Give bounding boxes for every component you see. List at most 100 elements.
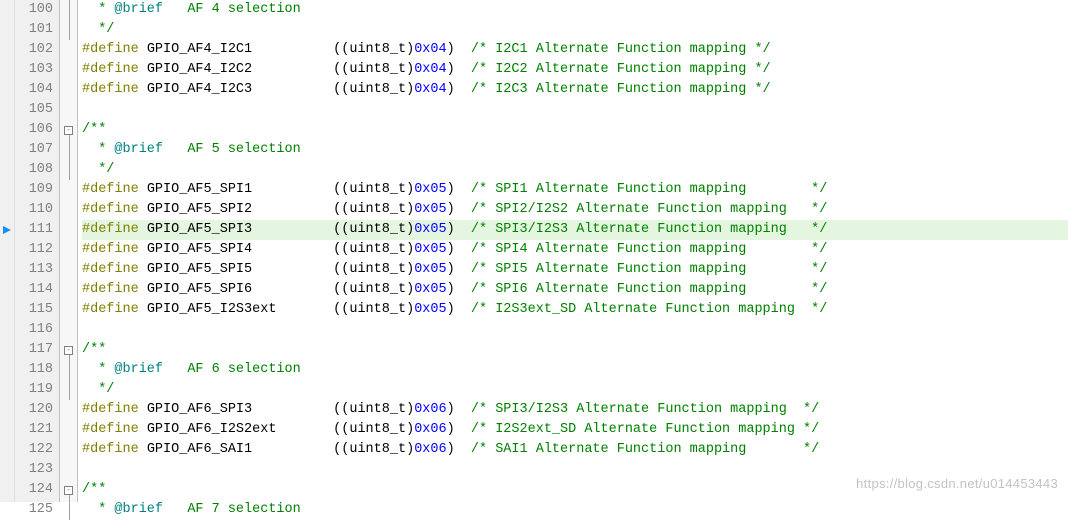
code-line[interactable]: #define GPIO_AF5_SPI6 ((uint8_t)0x05) /*… bbox=[82, 280, 1068, 300]
marker-cell[interactable] bbox=[0, 440, 14, 460]
marker-cell[interactable] bbox=[0, 420, 14, 440]
code-line[interactable]: #define GPIO_AF5_SPI2 ((uint8_t)0x05) /*… bbox=[82, 200, 1068, 220]
marker-cell[interactable] bbox=[0, 240, 14, 260]
marker-cell[interactable] bbox=[0, 400, 14, 420]
fold-cell[interactable] bbox=[60, 500, 77, 520]
marker-cell[interactable] bbox=[0, 340, 14, 360]
line-number[interactable]: 125 bbox=[15, 500, 59, 520]
line-number[interactable]: 109 bbox=[15, 180, 59, 200]
fold-cell[interactable] bbox=[60, 200, 77, 220]
code-line[interactable]: */ bbox=[82, 380, 1068, 400]
code-line[interactable]: #define GPIO_AF5_I2S3ext ((uint8_t)0x05)… bbox=[82, 300, 1068, 320]
line-number[interactable]: 112 bbox=[15, 240, 59, 260]
code-line[interactable]: #define GPIO_AF6_I2S2ext ((uint8_t)0x06)… bbox=[82, 420, 1068, 440]
marker-cell[interactable] bbox=[0, 180, 14, 200]
code-line[interactable]: #define GPIO_AF5_SPI1 ((uint8_t)0x05) /*… bbox=[82, 180, 1068, 200]
fold-cell[interactable]: - bbox=[60, 340, 77, 360]
code-line[interactable]: * @brief AF 6 selection bbox=[82, 360, 1068, 380]
line-number[interactable]: 108 bbox=[15, 160, 59, 180]
line-number[interactable]: 116 bbox=[15, 320, 59, 340]
marker-cell[interactable] bbox=[0, 480, 14, 500]
line-number[interactable]: 122 bbox=[15, 440, 59, 460]
line-number[interactable]: 113 bbox=[15, 260, 59, 280]
marker-cell[interactable] bbox=[0, 500, 14, 520]
code-line[interactable]: #define GPIO_AF4_I2C3 ((uint8_t)0x04) /*… bbox=[82, 80, 1068, 100]
fold-cell[interactable] bbox=[60, 360, 77, 380]
fold-cell[interactable] bbox=[60, 380, 77, 400]
fold-cell[interactable]: - bbox=[60, 120, 77, 140]
code-line[interactable]: * @brief AF 7 selection bbox=[82, 500, 1068, 520]
line-number[interactable]: 111 bbox=[15, 220, 59, 240]
code-line[interactable]: /** bbox=[82, 120, 1068, 140]
marker-cell[interactable] bbox=[0, 140, 14, 160]
line-number[interactable]: 105 bbox=[15, 100, 59, 120]
fold-cell[interactable] bbox=[60, 100, 77, 120]
fold-cell[interactable] bbox=[60, 460, 77, 480]
line-number[interactable]: 100 bbox=[15, 0, 59, 20]
marker-cell[interactable] bbox=[0, 160, 14, 180]
line-number[interactable]: 101 bbox=[15, 20, 59, 40]
fold-cell[interactable] bbox=[60, 140, 77, 160]
code-line[interactable]: /** bbox=[82, 340, 1068, 360]
marker-cell[interactable] bbox=[0, 220, 14, 240]
marker-cell[interactable] bbox=[0, 200, 14, 220]
fold-cell[interactable] bbox=[60, 160, 77, 180]
marker-cell[interactable] bbox=[0, 460, 14, 480]
marker-cell[interactable] bbox=[0, 20, 14, 40]
code-line[interactable] bbox=[82, 100, 1068, 120]
line-number[interactable]: 106 bbox=[15, 120, 59, 140]
marker-cell[interactable] bbox=[0, 120, 14, 140]
marker-margin[interactable] bbox=[0, 0, 15, 502]
code-area[interactable]: * @brief AF 4 selection */#define GPIO_A… bbox=[78, 0, 1068, 502]
code-line[interactable]: * @brief AF 4 selection bbox=[82, 0, 1068, 20]
marker-cell[interactable] bbox=[0, 380, 14, 400]
code-line[interactable]: * @brief AF 5 selection bbox=[82, 140, 1068, 160]
code-line[interactable]: #define GPIO_AF5_SPI3 ((uint8_t)0x05) /*… bbox=[82, 220, 1068, 240]
line-number[interactable]: 104 bbox=[15, 80, 59, 100]
line-number-gutter[interactable]: 1001011021031041051061071081091101111121… bbox=[15, 0, 60, 502]
marker-cell[interactable] bbox=[0, 260, 14, 280]
code-line[interactable]: */ bbox=[82, 160, 1068, 180]
line-number[interactable]: 102 bbox=[15, 40, 59, 60]
line-number[interactable]: 110 bbox=[15, 200, 59, 220]
code-line[interactable] bbox=[82, 320, 1068, 340]
fold-cell[interactable] bbox=[60, 260, 77, 280]
marker-cell[interactable] bbox=[0, 360, 14, 380]
fold-cell[interactable] bbox=[60, 20, 77, 40]
fold-cell[interactable] bbox=[60, 180, 77, 200]
code-editor[interactable]: 1001011021031041051061071081091101111121… bbox=[0, 0, 1068, 502]
fold-margin[interactable]: --- bbox=[60, 0, 78, 502]
line-number[interactable]: 115 bbox=[15, 300, 59, 320]
marker-cell[interactable] bbox=[0, 60, 14, 80]
line-number[interactable]: 114 bbox=[15, 280, 59, 300]
fold-cell[interactable] bbox=[60, 400, 77, 420]
fold-cell[interactable] bbox=[60, 60, 77, 80]
fold-cell[interactable] bbox=[60, 40, 77, 60]
fold-cell[interactable] bbox=[60, 240, 77, 260]
fold-cell[interactable] bbox=[60, 300, 77, 320]
fold-cell[interactable] bbox=[60, 420, 77, 440]
line-number[interactable]: 119 bbox=[15, 380, 59, 400]
line-number[interactable]: 117 bbox=[15, 340, 59, 360]
marker-cell[interactable] bbox=[0, 280, 14, 300]
fold-cell[interactable] bbox=[60, 440, 77, 460]
line-number[interactable]: 118 bbox=[15, 360, 59, 380]
fold-toggle-icon[interactable]: - bbox=[64, 126, 73, 135]
line-number[interactable]: 120 bbox=[15, 400, 59, 420]
code-line[interactable]: #define GPIO_AF4_I2C2 ((uint8_t)0x04) /*… bbox=[82, 60, 1068, 80]
code-line[interactable]: #define GPIO_AF5_SPI5 ((uint8_t)0x05) /*… bbox=[82, 260, 1068, 280]
fold-cell[interactable] bbox=[60, 320, 77, 340]
code-line[interactable]: #define GPIO_AF6_SAI1 ((uint8_t)0x06) /*… bbox=[82, 440, 1068, 460]
line-number[interactable]: 103 bbox=[15, 60, 59, 80]
code-line[interactable]: #define GPIO_AF6_SPI3 ((uint8_t)0x06) /*… bbox=[82, 400, 1068, 420]
code-line[interactable]: #define GPIO_AF4_I2C1 ((uint8_t)0x04) /*… bbox=[82, 40, 1068, 60]
fold-toggle-icon[interactable]: - bbox=[64, 346, 73, 355]
marker-cell[interactable] bbox=[0, 40, 14, 60]
line-number[interactable]: 123 bbox=[15, 460, 59, 480]
line-number[interactable]: 121 bbox=[15, 420, 59, 440]
line-number[interactable]: 107 bbox=[15, 140, 59, 160]
fold-cell[interactable] bbox=[60, 280, 77, 300]
fold-cell[interactable] bbox=[60, 80, 77, 100]
fold-cell[interactable] bbox=[60, 0, 77, 20]
marker-cell[interactable] bbox=[0, 80, 14, 100]
